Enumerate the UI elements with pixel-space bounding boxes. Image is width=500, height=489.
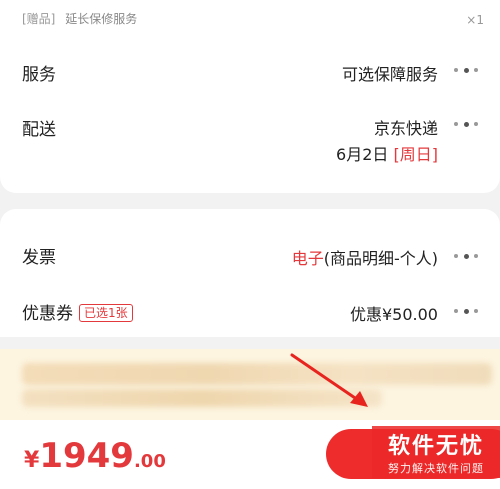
watermark-title: 软件无忧 [387, 434, 484, 459]
currency-symbol: ¥ [24, 448, 40, 473]
coupon-label: 优惠券 [22, 304, 73, 324]
gift-row: [赠品] 延长保修服务 [22, 10, 137, 27]
delivery-date: 6月2日 [周日] [336, 141, 438, 165]
more-icon[interactable] [454, 120, 478, 128]
more-icon[interactable] [454, 66, 478, 74]
price-decimal: .00 [133, 451, 166, 472]
invoice-label: 发票 [22, 248, 56, 268]
watermark-subtitle: 努力解决软件问题 [388, 462, 484, 475]
order-info-card: [赠品] 延长保修服务 ×1 服务 可选保障服务 配送 京东快递 6月2日 [周… [0, 0, 500, 193]
blurred-notice-text [22, 363, 492, 385]
service-label: 服务 [22, 65, 56, 85]
total-price: ¥1949.00 [24, 436, 166, 476]
coupon-value[interactable]: 优惠¥50.00 [350, 301, 438, 325]
gift-name: 延长保修服务 [65, 12, 138, 26]
delivery-label: 配送 [22, 120, 56, 140]
gift-quantity: ×1 [466, 13, 484, 27]
delivery-date-text: 6月2日 [336, 145, 389, 164]
service-value[interactable]: 可选保障服务 [342, 61, 438, 85]
more-icon[interactable] [454, 307, 478, 315]
notice-banner [0, 349, 500, 420]
coupon-label-group: 优惠券 已选1张 [22, 299, 133, 324]
watermark-logo: 软件无忧 努力解决软件问题 [372, 426, 500, 478]
delivery-weekday: [周日] [393, 145, 439, 164]
red-arrow-annotation [290, 353, 368, 407]
gift-tag: [赠品] [22, 12, 56, 26]
invoice-type: 电子 [291, 249, 324, 268]
price-integer: 1949 [39, 436, 134, 476]
invoice-value[interactable]: 电子(商品明细-个人) [292, 245, 438, 269]
delivery-carrier[interactable]: 京东快递 [374, 115, 438, 139]
more-icon[interactable] [454, 252, 478, 260]
invoice-detail: (商品明细-个人) [323, 249, 438, 268]
coupon-selected-badge: 已选1张 [79, 304, 133, 322]
payment-info-card: 发票 电子(商品明细-个人) 优惠券 已选1张 优惠¥50.00 [0, 209, 500, 337]
